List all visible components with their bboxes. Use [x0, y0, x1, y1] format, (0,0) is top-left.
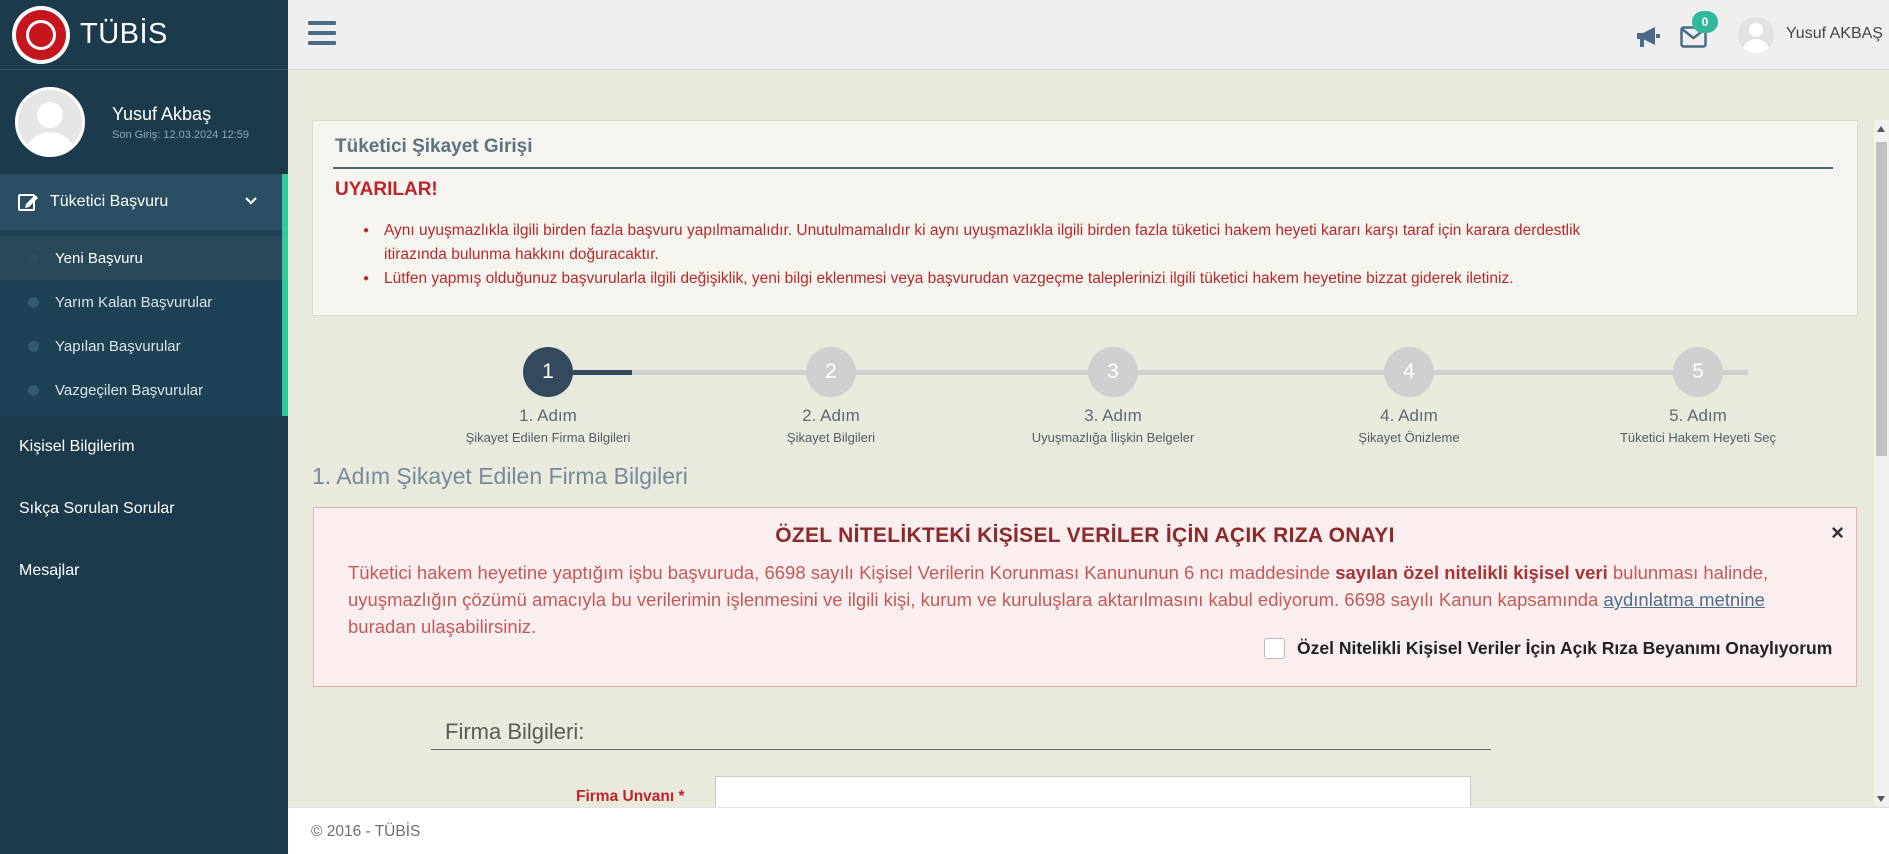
consent-checkbox-row[interactable]: Özel Nitelikli Kişisel Veriler İçin Açık…: [1264, 638, 1832, 659]
bullet-icon: [28, 252, 39, 264]
step-2-label: 2. Adım: [802, 406, 860, 425]
step-1-circle[interactable]: 1: [523, 347, 573, 397]
consent-text-bold: sayılan özel nitelikli kişisel veri: [1335, 562, 1608, 583]
step-4-circle[interactable]: 4: [1384, 347, 1434, 397]
sidebar: TÜBİS Yusuf Akbaş Son Giriş: 12.03.2024 …: [0, 0, 288, 854]
last-login: Son Giriş: 12.03.2024 12:59: [112, 128, 249, 141]
avatar: [15, 87, 85, 157]
user-avatar[interactable]: [1738, 17, 1774, 53]
footer: © 2016 - TÜBİS: [288, 807, 1889, 854]
step-1-label: 1. Adım: [519, 406, 577, 425]
consent-checkbox-label[interactable]: Özel Nitelikli Kişisel Veriler İçin Açık…: [1297, 638, 1832, 659]
bullet-icon: [28, 296, 39, 308]
consent-text: Tüketici hakem heyetine yaptığım işbu ba…: [348, 559, 1828, 640]
sidebar-item-yarim-kalan[interactable]: Yarım Kalan Başvurular: [0, 280, 282, 324]
chevron-down-icon: [245, 197, 257, 205]
step-2-circle[interactable]: 2: [806, 347, 856, 397]
stepper: 1 2 3 4 5 1. Adım 2. Adım 3. Adım 4. Adı…: [288, 331, 1872, 445]
complaint-entry-panel: Tüketici Şikayet Girişi UYARILAR! Aynı u…: [312, 120, 1858, 316]
step-1-sub: Şikayet Edilen Firma Bilgileri: [465, 430, 631, 445]
sidebar-item-kisisel-bilgilerim[interactable]: Kişisel Bilgilerim: [0, 416, 288, 478]
bullet-icon: [28, 384, 39, 396]
panel-title: Tüketici Şikayet Girişi: [335, 136, 533, 157]
warning-item: Aynı uyuşmazlıkla ilgili birden fazla ba…: [360, 219, 1600, 267]
hamburger-menu-icon[interactable]: [308, 21, 336, 47]
edit-icon: [18, 194, 38, 211]
firma-section-title: Firma Bilgileri:: [445, 719, 585, 744]
warning-title: UYARILAR!: [335, 179, 438, 200]
step-5-sub: Tüketici Hakem Heyeti Seç: [1619, 430, 1777, 445]
sidebar-item-yapilan[interactable]: Yapılan Başvurular: [0, 324, 282, 368]
step-2-sub: Şikayet Bilgileri: [786, 430, 876, 445]
consent-title: ÖZEL NİTELİKTEKİ KİŞİSEL VERİLER İÇİN AÇ…: [775, 524, 1395, 547]
step-5-circle[interactable]: 5: [1673, 347, 1723, 397]
profile-name: Yusuf Akbaş: [112, 103, 212, 124]
sidebar-item-label: Yeni Başvuru: [55, 249, 143, 267]
menu-tuketici-basvuru-toggle[interactable]: Tüketici Başvuru: [0, 174, 282, 230]
firma-unvan-input[interactable]: [715, 776, 1471, 807]
close-icon[interactable]: ×: [1831, 520, 1844, 546]
tubis-logo-icon: [12, 5, 70, 64]
step-3-circle[interactable]: 3: [1088, 347, 1138, 397]
user-profile: Yusuf Akbaş Son Giriş: 12.03.2024 12:59: [0, 70, 288, 174]
menu-label: Tüketici Başvuru: [50, 193, 169, 210]
scroll-thumb[interactable]: [1876, 142, 1887, 456]
sidebar-item-label: Vazgeçilen Başvurular: [55, 381, 204, 399]
step-4-sub: Şikayet Önizleme: [1358, 430, 1460, 445]
page-scrollbar[interactable]: [1874, 120, 1889, 806]
sidebar-item-vazgecilen[interactable]: Vazgeçilen Başvurular: [0, 368, 282, 412]
scroll-up-icon[interactable]: [1877, 126, 1885, 132]
step-4-label: 4. Adım: [1380, 406, 1438, 425]
topbar: 0 Yusuf AKBAŞ: [288, 0, 1889, 70]
section-title: 1. Adım Şikayet Edilen Firma Bilgileri: [312, 463, 688, 489]
megaphone-icon[interactable]: [1634, 24, 1662, 50]
aydinlatma-link[interactable]: aydınlatma metnine: [1603, 589, 1764, 610]
firma-unvan-label: Firma Unvanı *: [576, 788, 685, 805]
sidebar-item-yeni-basvuru[interactable]: Yeni Başvuru: [0, 236, 282, 280]
brand[interactable]: TÜBİS: [0, 0, 288, 70]
consent-text-part: buradan ulaşabilirsiniz.: [348, 616, 537, 637]
sidebar-item-sss[interactable]: Sıkça Sorulan Sorular: [0, 478, 288, 540]
stepper-track: [548, 370, 1748, 375]
bullet-icon: [28, 340, 39, 352]
scroll-down-icon[interactable]: [1877, 796, 1885, 802]
consent-box: ÖZEL NİTELİKTEKİ KİŞİSEL VERİLER İÇİN AÇ…: [313, 507, 1857, 687]
step-5-label: 5. Adım: [1669, 406, 1727, 425]
warning-item: Lütfen yapmış olduğunuz başvurularla ilg…: [360, 267, 1600, 291]
divider: [431, 749, 1491, 750]
step-3-sub: Uyuşmazlığa İlişkin Belgeler: [1031, 430, 1195, 445]
consent-text-part: Tüketici hakem heyetine yaptığım işbu ba…: [348, 562, 1336, 583]
consent-checkbox[interactable]: [1264, 638, 1285, 659]
main-content: Tüketici Şikayet Girişi UYARILAR! Aynı u…: [288, 71, 1872, 807]
sidebar-item-label: Yapılan Başvurular: [55, 337, 181, 355]
step-3-label: 3. Adım: [1084, 406, 1142, 425]
menu-tuketici-basvuru: Tüketici Başvuru Yeni Başvuru Yarım Kala…: [0, 174, 288, 416]
sidebar-item-mesajlar[interactable]: Mesajlar: [0, 540, 288, 602]
divider: [333, 167, 1833, 169]
sidebar-item-label: Yarım Kalan Başvurular: [55, 293, 213, 311]
notification-badge: 0: [1692, 11, 1718, 33]
topbar-user-name[interactable]: Yusuf AKBAŞ: [1786, 25, 1883, 43]
warning-list: Aynı uyuşmazlıkla ilgili birden fazla ba…: [360, 219, 1600, 291]
brand-title: TÜBİS: [80, 18, 168, 50]
footer-copyright: © 2016 - TÜBİS: [311, 823, 421, 840]
